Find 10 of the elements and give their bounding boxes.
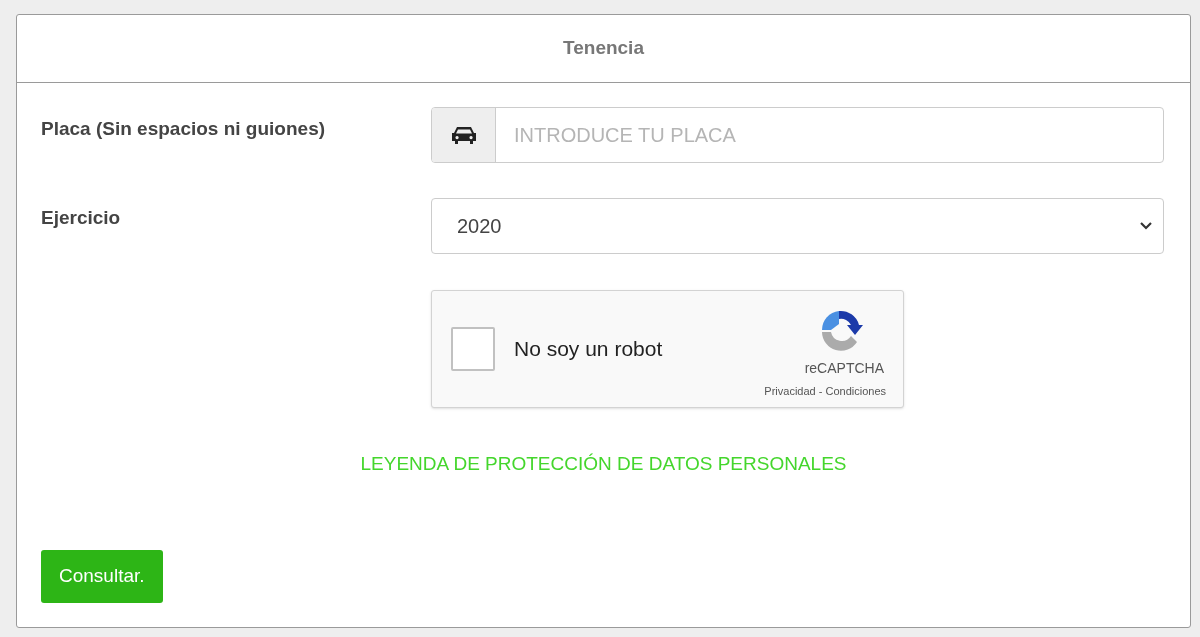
- field-label: Placa (Sin espacios ni guiones): [41, 117, 327, 141]
- captcha-checkbox[interactable]: [451, 327, 495, 371]
- captcha-label: No soy un robot: [514, 336, 663, 363]
- panel-title: Tenencia: [563, 36, 644, 61]
- chevron-down-icon: [1139, 221, 1153, 231]
- captcha-terms-links[interactable]: Privacidad - Condiciones: [764, 383, 886, 400]
- year-select[interactable]: 2020: [431, 198, 1164, 254]
- field-label: Ejercicio: [41, 206, 122, 230]
- captcha-brand: reCAPTCHA: [804, 359, 884, 378]
- car-icon: [450, 125, 477, 145]
